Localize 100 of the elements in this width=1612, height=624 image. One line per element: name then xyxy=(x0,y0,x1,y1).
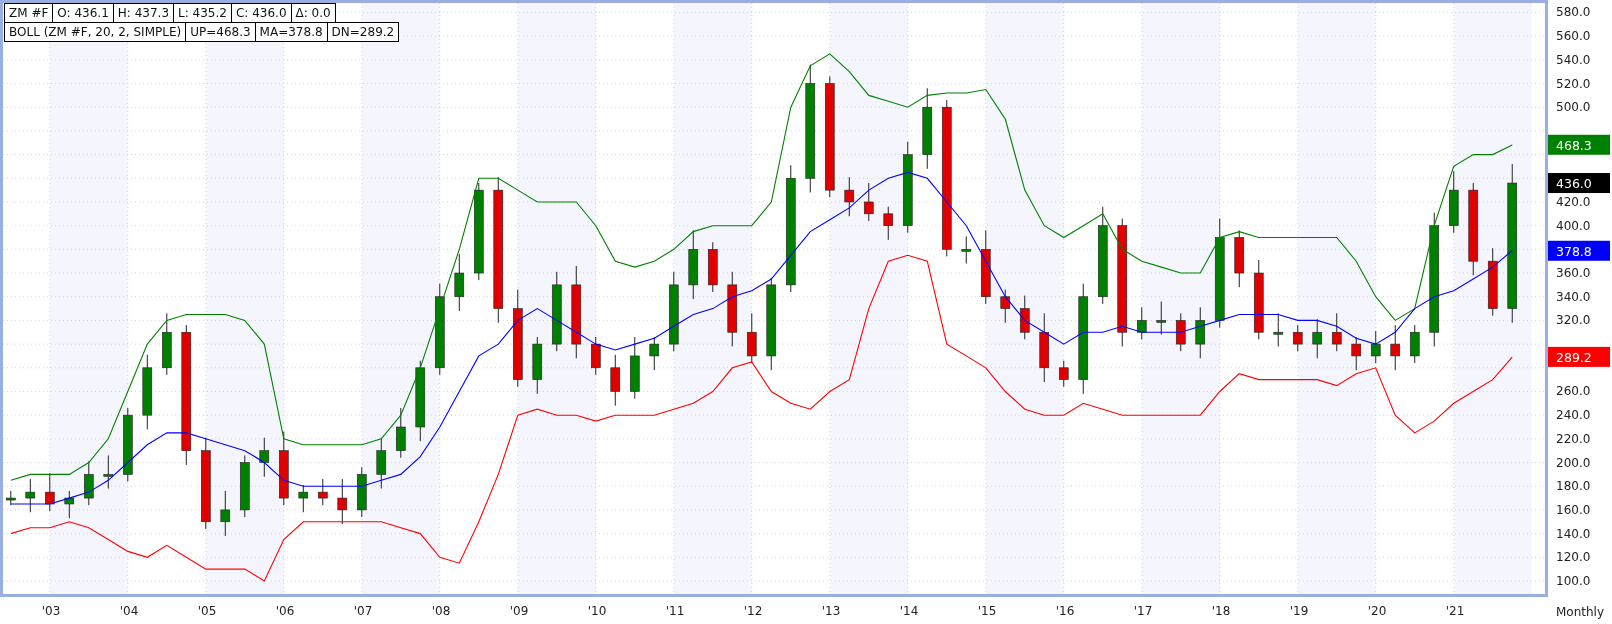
y-tick-label: 220.0 xyxy=(1556,431,1591,446)
candlestick xyxy=(1136,306,1147,340)
x-tick-label: '21 xyxy=(1445,604,1465,618)
x-tick-label: '08 xyxy=(431,604,451,618)
x-tick-label: '05 xyxy=(197,604,217,618)
y-tick-label: 520.0 xyxy=(1556,76,1591,91)
y-tick-label: 500.0 xyxy=(1556,100,1591,115)
candlestick xyxy=(688,229,699,300)
y-tick-label: 420.0 xyxy=(1556,194,1591,209)
y-tick-label: 320.0 xyxy=(1556,313,1591,328)
candlestick xyxy=(746,312,757,364)
candlestick xyxy=(376,437,387,490)
candlestick xyxy=(1195,306,1206,359)
x-tick-label: '16 xyxy=(1055,604,1075,618)
candlestick xyxy=(25,478,36,513)
y-tick-label: 160.0 xyxy=(1556,502,1591,517)
candlestick xyxy=(1019,295,1030,340)
price-tag: 378.8 xyxy=(1548,240,1610,261)
candlestick xyxy=(45,472,55,512)
y-tick-label: 560.0 xyxy=(1556,29,1591,44)
candlestick xyxy=(1156,300,1167,336)
candlestick xyxy=(591,336,601,376)
x-tick-label: '03 xyxy=(41,604,61,618)
candlestick xyxy=(649,336,660,371)
x-tick-label: '19 xyxy=(1289,604,1309,618)
candlestick xyxy=(84,460,94,506)
y-tick-label: 580.0 xyxy=(1556,5,1591,20)
candlestick xyxy=(220,490,231,537)
x-tick-label: '04 xyxy=(119,604,139,618)
x-tick-label: '07 xyxy=(353,604,373,618)
x-tick-label: '11 xyxy=(665,604,685,618)
y-tick-label: 540.0 xyxy=(1556,52,1591,67)
candlestick xyxy=(1409,324,1420,364)
candlestick xyxy=(1000,289,1011,324)
candlestick xyxy=(259,437,270,478)
legend-value: L: 435.2 xyxy=(173,3,232,23)
y-tick-label: 120.0 xyxy=(1556,550,1591,565)
candlestick xyxy=(961,235,972,265)
candlestick xyxy=(1312,318,1323,359)
candlestick xyxy=(1292,324,1303,352)
candlestick xyxy=(707,241,718,293)
candlestick xyxy=(1370,330,1381,364)
legend-value: O: 436.1 xyxy=(52,3,114,23)
legend-value: BOLL (ZM #F, 20, 2, SIMPLE) xyxy=(4,22,187,42)
candlestick xyxy=(1390,324,1401,371)
candlestick xyxy=(1448,170,1459,234)
legend-value: ZM #F xyxy=(4,3,54,23)
x-tick-label: '14 xyxy=(899,604,919,618)
candlestick xyxy=(337,478,348,525)
y-tick-label: 260.0 xyxy=(1556,384,1591,399)
legend-value: C: 436.0 xyxy=(230,3,292,23)
candlestick xyxy=(1234,229,1245,288)
candlestick xyxy=(1058,360,1069,388)
candlestick xyxy=(298,484,309,513)
x-tick-label: '06 xyxy=(275,604,295,618)
legend-value: UP=468.3 xyxy=(185,22,256,42)
y-tick-label: 180.0 xyxy=(1556,479,1591,494)
candlestick xyxy=(162,312,172,376)
candlestick xyxy=(1487,247,1498,317)
legend-value: Δ: 0.0 xyxy=(290,3,336,23)
x-tick-label: '09 xyxy=(509,604,529,618)
candlestick xyxy=(1331,312,1342,352)
y-tick-label: 200.0 xyxy=(1556,455,1591,470)
price-tag: 468.3 xyxy=(1548,134,1610,155)
candlestick xyxy=(240,454,250,518)
candlestick xyxy=(357,466,367,518)
x-tick-label: '10 xyxy=(587,604,607,618)
legend-value: MA=378.8 xyxy=(254,22,328,42)
candlestick xyxy=(610,354,621,407)
x-tick-label: '12 xyxy=(743,604,763,618)
candlestick xyxy=(6,490,16,506)
y-tick-label: 400.0 xyxy=(1556,218,1591,233)
y-tick-label: 240.0 xyxy=(1556,408,1591,423)
legend-value: DN=289.2 xyxy=(326,22,400,42)
y-tick-label: 340.0 xyxy=(1556,289,1591,304)
y-tick-label: 360.0 xyxy=(1556,266,1591,281)
candlestick xyxy=(318,478,328,506)
candlestick xyxy=(1175,312,1186,352)
y-tick-label: 140.0 xyxy=(1556,526,1591,541)
candlestick xyxy=(1273,312,1284,347)
candlestick xyxy=(844,176,855,217)
candlestick xyxy=(64,490,75,519)
x-tick-label: '20 xyxy=(1367,604,1387,618)
candlestick xyxy=(883,206,894,241)
timeframe-label: Monthly xyxy=(1556,605,1605,619)
x-tick-label: '18 xyxy=(1211,604,1231,618)
candlestick xyxy=(1039,312,1050,383)
price-tag: 436.0 xyxy=(1548,173,1610,193)
price-tag: 289.2 xyxy=(1548,346,1610,367)
y-tick-label: 100.0 xyxy=(1556,573,1591,588)
candlestick xyxy=(1351,336,1362,371)
candlestick xyxy=(863,182,874,222)
legend-value: H: 437.3 xyxy=(112,3,175,23)
x-tick-label: '15 xyxy=(977,604,997,618)
candlestick xyxy=(630,336,640,400)
x-tick-label: '13 xyxy=(821,604,841,618)
candlestick xyxy=(454,253,465,312)
candlestick xyxy=(103,454,114,490)
candlestick xyxy=(532,336,543,395)
candlestick xyxy=(396,407,406,459)
